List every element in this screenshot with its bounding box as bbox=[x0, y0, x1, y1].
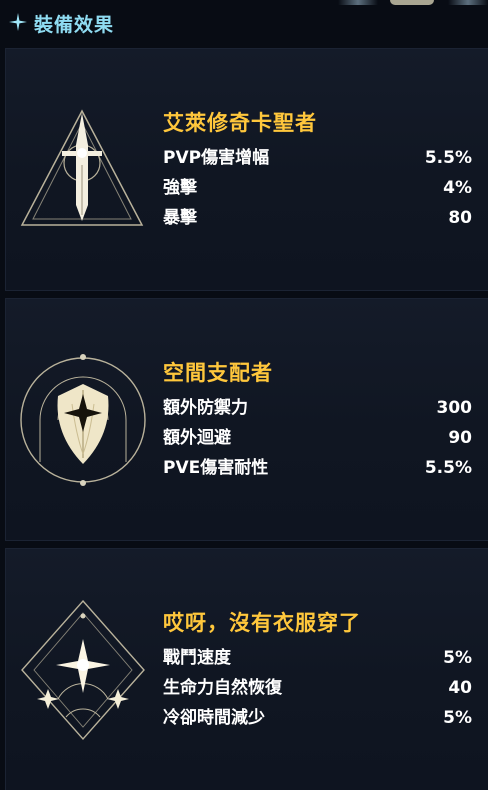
stat-label: PVP傷害增幅 bbox=[163, 148, 270, 168]
stat-label: 冷卻時間減少 bbox=[163, 708, 265, 728]
stat-label: 生命力自然恢復 bbox=[163, 678, 282, 698]
stat-row: 冷卻時間減少 5% bbox=[163, 703, 472, 733]
stat-row: 額外迴避 90 bbox=[163, 423, 472, 453]
top-decoration bbox=[448, 0, 488, 5]
stat-label: 強擊 bbox=[163, 178, 197, 198]
stat-value: 40 bbox=[448, 678, 472, 698]
section-title: 裝備效果 bbox=[34, 14, 115, 36]
stat-label: 額外防禦力 bbox=[163, 398, 248, 418]
stat-value: 80 bbox=[448, 208, 472, 228]
stat-value: 4% bbox=[443, 178, 472, 198]
shield-circle-emblem-icon bbox=[20, 354, 146, 486]
stat-value: 5% bbox=[443, 648, 472, 668]
stat-value: 90 bbox=[448, 428, 472, 448]
stat-row: PVE傷害耐性 5.5% bbox=[163, 453, 472, 483]
stat-value: 5.5% bbox=[424, 458, 472, 478]
stat-row: 暴擊 80 bbox=[163, 203, 472, 233]
stat-list: 額外防禦力 300 額外迴避 90 PVE傷害耐性 5.5% bbox=[163, 393, 472, 483]
sword-triangle-emblem-icon bbox=[20, 109, 144, 226]
top-decoration-highlight bbox=[390, 0, 434, 5]
sparkle-icon bbox=[9, 13, 27, 31]
stat-list: 戰鬥速度 5% 生命力自然恢復 40 冷卻時間減少 5% bbox=[163, 643, 472, 733]
stat-value: 5% bbox=[443, 708, 472, 728]
section-header: 裝備效果 bbox=[0, 0, 488, 44]
stat-value: 300 bbox=[436, 398, 473, 418]
stat-value: 5.5% bbox=[424, 148, 472, 168]
set-title: 艾萊修奇卡聖者 bbox=[163, 111, 317, 135]
top-decoration bbox=[338, 0, 378, 5]
stat-label: 戰鬥速度 bbox=[163, 648, 231, 668]
stat-row: 額外防禦力 300 bbox=[163, 393, 472, 423]
set-title: 空間支配者 bbox=[163, 361, 273, 385]
stat-row: 戰鬥速度 5% bbox=[163, 643, 472, 673]
set-effect-card: 空間支配者 額外防禦力 300 額外迴避 90 PVE傷害耐性 5.5% bbox=[5, 298, 488, 541]
set-effect-card: 艾萊修奇卡聖者 PVP傷害增幅 5.5% 強擊 4% 暴擊 80 bbox=[5, 48, 488, 291]
star-diamond-emblem-icon bbox=[21, 599, 145, 741]
stat-list: PVP傷害增幅 5.5% 強擊 4% 暴擊 80 bbox=[163, 143, 472, 233]
stat-label: 額外迴避 bbox=[163, 428, 231, 448]
set-title: 哎呀，沒有衣服穿了 bbox=[163, 611, 361, 635]
set-effect-card: 哎呀，沒有衣服穿了 戰鬥速度 5% 生命力自然恢復 40 冷卻時間減少 5% bbox=[5, 548, 488, 790]
stat-row: 強擊 4% bbox=[163, 173, 472, 203]
stat-row: PVP傷害增幅 5.5% bbox=[163, 143, 472, 173]
stat-row: 生命力自然恢復 40 bbox=[163, 673, 472, 703]
stat-label: 暴擊 bbox=[163, 208, 197, 228]
stat-label: PVE傷害耐性 bbox=[163, 458, 269, 478]
